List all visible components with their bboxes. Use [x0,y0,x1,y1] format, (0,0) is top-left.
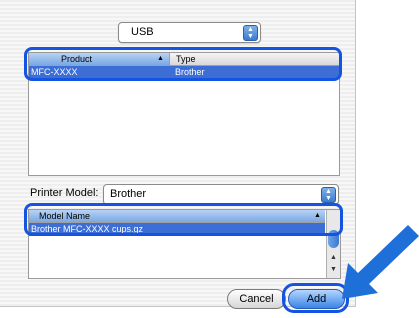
printer-model-value: Brother [110,188,147,200]
scroll-up-arrow-icon[interactable]: ▲ [330,254,337,261]
printer-list-highlight [24,47,342,81]
popup-arrows-icon: ▲ ▼ [321,187,336,203]
model-list-highlight [24,203,343,236]
cancel-button[interactable]: Cancel [227,289,286,309]
pointer-arrow-icon [342,225,419,299]
printer-model-label: Printer Model: [30,187,99,199]
printer-model-popup[interactable]: Brother ▲ ▼ [103,184,339,205]
scroll-down-arrow-icon[interactable]: ▼ [330,266,337,273]
popup-arrows-icon: ▲ ▼ [243,25,258,41]
connection-type-popup[interactable]: USB ▲ ▼ [118,22,261,43]
add-button-highlight [282,283,349,313]
add-printer-dialog: USB ▲ ▼ Product ▲ Type MFC-XXXX Brother P… [0,0,356,313]
connection-type-value: USB [131,26,154,38]
